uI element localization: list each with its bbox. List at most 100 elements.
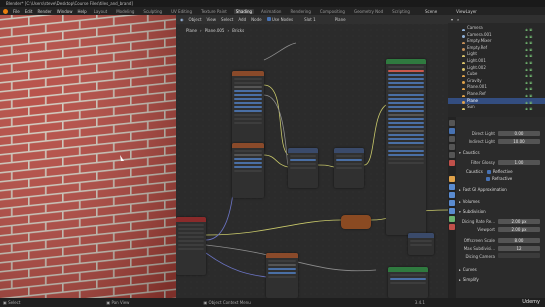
visibility-eye-icon[interactable]: ◉ ▣ bbox=[525, 41, 532, 44]
menu-file[interactable]: File bbox=[13, 9, 20, 14]
tab-data-icon[interactable] bbox=[449, 216, 455, 222]
indirect-light-field[interactable]: Indirect Light 10.00 bbox=[458, 138, 544, 145]
tab-layout[interactable]: Layout bbox=[92, 9, 110, 14]
visibility-eye-icon[interactable]: ◉ ▣ bbox=[525, 54, 532, 57]
node-mix-2[interactable] bbox=[334, 148, 364, 188]
visibility-eye-icon[interactable]: ◉ ▣ bbox=[525, 94, 532, 97]
filter-icon[interactable]: ▾ bbox=[451, 17, 453, 22]
outliner-item[interactable]: Plane.Ref ◉ ▣ bbox=[448, 91, 545, 97]
outliner-item[interactable]: Light ◉ ▣ bbox=[448, 51, 545, 58]
visibility-eye-icon[interactable]: ◉ ▣ bbox=[525, 74, 532, 77]
node-output[interactable] bbox=[388, 267, 428, 298]
simplify-panel-header[interactable]: ▸ Simplify bbox=[456, 276, 544, 283]
tab-modeling[interactable]: Modeling bbox=[114, 9, 136, 14]
tab-view-layer-icon[interactable] bbox=[449, 144, 455, 150]
tab-texture-paint[interactable]: Texture Paint bbox=[199, 9, 229, 14]
tab-sculpting[interactable]: Sculpting bbox=[141, 9, 164, 14]
outliner-item[interactable]: Light.001 ◉ ▣ bbox=[448, 58, 545, 64]
tab-uv-editing[interactable]: UV Editing bbox=[169, 9, 194, 14]
object-dropdown[interactable]: Object bbox=[189, 17, 202, 22]
outliner-item[interactable]: Camera ◉ ▣ bbox=[448, 25, 545, 31]
node-texture-3[interactable] bbox=[266, 253, 298, 298]
tab-output-icon[interactable] bbox=[449, 136, 455, 142]
indirect-light-value[interactable]: 10.00 bbox=[498, 139, 540, 144]
breadcrumb-plane[interactable]: Plane bbox=[186, 28, 197, 33]
max-subdivisions-field[interactable]: Max Subdivisi... 12 bbox=[458, 245, 544, 252]
dicing-camera-value[interactable] bbox=[498, 253, 540, 258]
visibility-eye-icon[interactable]: ◉ ▣ bbox=[525, 87, 532, 90]
outliner-item[interactable]: Gravity ◉ ▣ bbox=[448, 78, 545, 84]
refractive-checkbox[interactable]: Refractive bbox=[486, 176, 512, 182]
view-layer-selector[interactable]: ViewLayer bbox=[456, 9, 477, 14]
caustics-panel-header[interactable]: ▾ Caustics bbox=[456, 149, 544, 156]
visibility-eye-icon[interactable]: ◉ ▣ bbox=[525, 68, 532, 71]
dicing-rate-render-value[interactable]: 2.00 px bbox=[498, 219, 540, 224]
tab-compositing[interactable]: Compositing bbox=[318, 9, 347, 14]
add-menu[interactable]: Add bbox=[238, 17, 246, 22]
node-brick-texture[interactable] bbox=[232, 71, 264, 151]
fast-gi-panel-header[interactable]: ▸ Fast GI Approximation bbox=[456, 186, 544, 193]
filter-glossy-value[interactable]: 1.00 bbox=[498, 160, 540, 165]
node-texture-2[interactable] bbox=[232, 143, 264, 198]
outliner-item[interactable]: Cube ◉ ▣ bbox=[448, 71, 545, 78]
node-small-right[interactable] bbox=[408, 233, 434, 255]
tab-rendering[interactable]: Rendering bbox=[288, 9, 312, 14]
tab-shading[interactable]: Shading bbox=[233, 8, 255, 14]
subdivision-panel-header[interactable]: ▾ Subdivision bbox=[456, 208, 544, 215]
outliner-item[interactable]: Empty.Mixer ◉ ▣ bbox=[448, 38, 545, 45]
outliner-item[interactable]: Sun ◉ ▣ bbox=[448, 104, 545, 111]
visibility-eye-icon[interactable]: ◉ ▣ bbox=[525, 107, 532, 110]
3d-viewport[interactable] bbox=[0, 15, 176, 298]
outliner-item[interactable]: Plane ◉ ▣ bbox=[448, 97, 545, 104]
dicing-viewport-field[interactable]: Viewport 2.00 px bbox=[458, 226, 544, 233]
use-nodes-checkbox[interactable]: Use Nodes bbox=[266, 17, 293, 22]
tab-material-icon[interactable] bbox=[449, 224, 455, 230]
breadcrumb-bricks[interactable]: Bricks bbox=[232, 28, 244, 33]
node-mix-1[interactable] bbox=[288, 148, 318, 188]
visibility-eye-icon[interactable]: ◉ ▣ bbox=[525, 81, 532, 84]
tab-tool-icon[interactable] bbox=[449, 120, 455, 126]
editor-type-icon[interactable]: ◉ bbox=[180, 17, 184, 22]
select-menu[interactable]: Select bbox=[221, 17, 233, 22]
node-menu[interactable]: Node bbox=[251, 17, 261, 22]
node-texture-coordinate[interactable] bbox=[176, 217, 206, 275]
visibility-eye-icon[interactable]: ◉ ▣ bbox=[525, 35, 532, 38]
outliner-item[interactable]: Empty.Ref ◉ ▣ bbox=[448, 45, 545, 51]
menu-help[interactable]: Help bbox=[77, 9, 86, 14]
dicing-viewport-value[interactable]: 2.00 px bbox=[498, 227, 540, 232]
offscreen-scale-value[interactable]: 8.00 bbox=[498, 238, 540, 243]
tab-constraints-icon[interactable] bbox=[449, 208, 455, 214]
view-menu[interactable]: View bbox=[207, 17, 217, 22]
curves-panel-header[interactable]: ▸ Curves bbox=[456, 266, 544, 273]
search-icon[interactable]: ⌕ bbox=[457, 17, 459, 22]
filter-glossy-field[interactable]: Filter Glossy 1.00 bbox=[458, 159, 544, 166]
offscreen-scale-field[interactable]: Offscreen Scale 8.00 bbox=[458, 237, 544, 244]
blender-logo-icon[interactable] bbox=[3, 8, 8, 14]
tab-render-icon[interactable] bbox=[449, 128, 455, 134]
material-selector[interactable]: Plane bbox=[335, 17, 346, 22]
visibility-eye-icon[interactable]: ◉ ▣ bbox=[525, 61, 532, 64]
visibility-eye-icon[interactable]: ◉ ▣ bbox=[525, 101, 532, 104]
node-principled-bsdf[interactable] bbox=[386, 59, 426, 235]
tab-modifier-icon[interactable] bbox=[449, 184, 455, 190]
menu-render[interactable]: Render bbox=[37, 9, 51, 14]
tab-object-icon[interactable] bbox=[449, 176, 455, 182]
tab-animation[interactable]: Animation bbox=[259, 9, 283, 14]
max-subdivisions-value[interactable]: 12 bbox=[498, 246, 540, 251]
slot-dropdown[interactable]: Slot 1 bbox=[304, 17, 315, 22]
direct-light-field[interactable]: Direct Light 0.00 bbox=[458, 130, 544, 137]
tab-world-icon[interactable] bbox=[449, 160, 455, 166]
tab-particles-icon[interactable] bbox=[449, 192, 455, 198]
shader-node-editor[interactable] bbox=[176, 15, 448, 298]
tab-geometry-nodes[interactable]: Geometry Nod bbox=[352, 9, 385, 14]
visibility-eye-icon[interactable]: ◉ ▣ bbox=[525, 48, 532, 51]
dicing-rate-render-field[interactable]: Dicing Rate Re... 2.00 px bbox=[458, 218, 544, 225]
outliner-item[interactable]: Light.002 ◉ ▣ bbox=[448, 65, 545, 71]
tab-physics-icon[interactable] bbox=[449, 200, 455, 206]
breadcrumb-material[interactable]: Plane.005 bbox=[205, 28, 225, 33]
tab-scripting[interactable]: Scripting bbox=[390, 9, 412, 14]
outliner-item[interactable]: Plane.001 ◉ ▣ bbox=[448, 84, 545, 91]
dicing-camera-field[interactable]: Dicing Camera bbox=[458, 253, 544, 260]
scene-selector[interactable]: Scene bbox=[425, 9, 437, 14]
menu-edit[interactable]: Edit bbox=[25, 9, 33, 14]
